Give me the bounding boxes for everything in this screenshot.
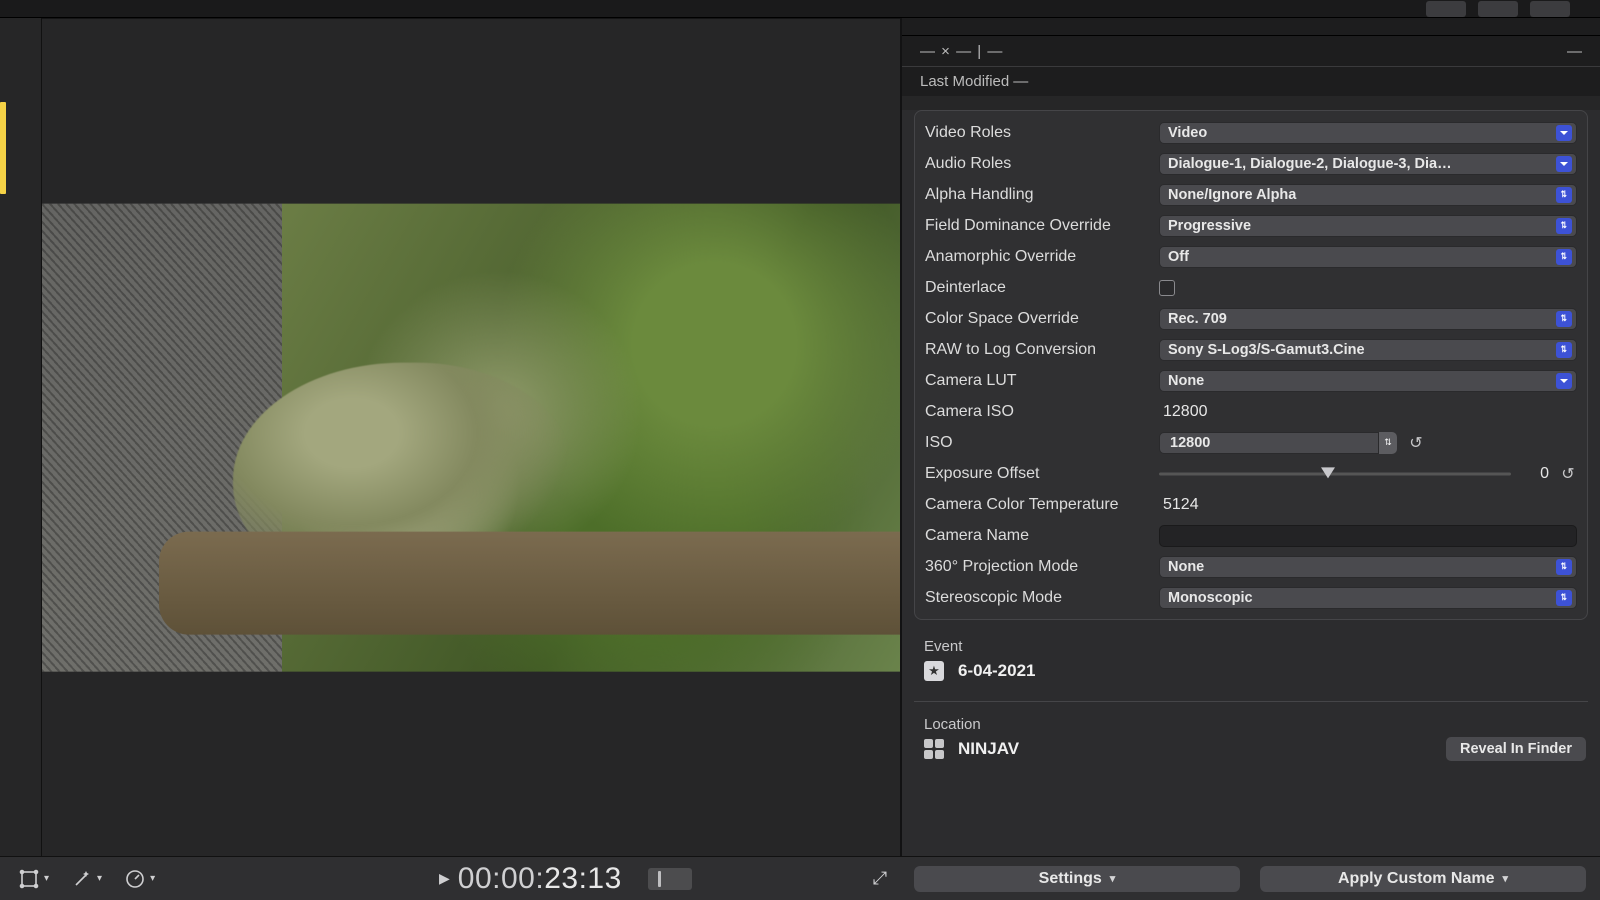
event-name[interactable]: 6-04-2021 — [958, 661, 1036, 681]
bottom-toolbar: ▾ ▾ ▾ ▶ 00:00:23:13 ⤢ Settings▾ — [0, 856, 1600, 900]
top-pill-2[interactable] — [1478, 1, 1518, 17]
location-name: NINJAV — [958, 739, 1019, 759]
top-pill-1[interactable] — [1426, 1, 1466, 17]
play-icon[interactable]: ▶ — [439, 870, 450, 887]
color-space-override-dropdown[interactable]: Rec. 709 — [1159, 308, 1577, 330]
inspector-panel: — × — | — — Last Modified — Video Roles … — [900, 18, 1600, 856]
timeline-gutter — [0, 18, 42, 856]
deinterlace-label: Deinterlace — [925, 279, 1159, 297]
raw-to-log-dropdown[interactable]: Sony S-Log3/S-Gamut3.Cine — [1159, 339, 1577, 361]
color-space-override-label: Color Space Override — [925, 310, 1159, 328]
stereoscopic-mode-label: Stereoscopic Mode — [925, 589, 1159, 607]
audio-roles-label: Audio Roles — [925, 155, 1159, 173]
clip-dimensions-placeholder: — × — | — — [920, 43, 1003, 60]
field-dominance-dropdown[interactable]: Progressive — [1159, 215, 1577, 237]
clip-marker[interactable] — [0, 102, 6, 194]
camera-name-label: Camera Name — [925, 527, 1159, 545]
alpha-handling-label: Alpha Handling — [925, 186, 1159, 204]
raw-to-log-label: RAW to Log Conversion — [925, 341, 1159, 359]
camera-iso-value: 12800 — [1159, 403, 1577, 421]
stereoscopic-mode-dropdown[interactable]: Monoscopic — [1159, 587, 1577, 609]
app-top-strip — [0, 0, 1600, 18]
camera-name-input[interactable] — [1159, 525, 1577, 547]
volume-grid-icon — [924, 739, 944, 759]
location-section-label: Location — [902, 716, 1600, 733]
camera-color-temp-label: Camera Color Temperature — [925, 496, 1159, 514]
chevron-down-icon: ▾ — [97, 873, 102, 884]
chevron-down-icon: ▾ — [1502, 872, 1508, 885]
timecode-display[interactable]: 00:00:23:13 — [458, 861, 622, 896]
apply-custom-name-button[interactable]: Apply Custom Name▾ — [1260, 866, 1586, 892]
video-roles-dropdown[interactable]: Video — [1159, 122, 1577, 144]
crop-icon — [18, 868, 40, 890]
exposure-offset-slider[interactable] — [1159, 464, 1511, 484]
alpha-handling-dropdown[interactable]: None/Ignore Alpha — [1159, 184, 1577, 206]
iso-reset-icon[interactable] — [1407, 434, 1425, 452]
event-star-icon[interactable]: ★ — [924, 661, 944, 681]
fullscreen-icon[interactable]: ⤢ — [860, 868, 900, 889]
gauge-icon — [124, 868, 146, 890]
camera-color-temp-value: 5124 — [1159, 496, 1577, 514]
reveal-in-finder-button[interactable]: Reveal In Finder — [1446, 737, 1586, 761]
exposure-offset-label: Exposure Offset — [925, 465, 1159, 483]
chevron-down-icon: ▾ — [150, 873, 155, 884]
wand-icon — [71, 868, 93, 890]
camera-lut-label: Camera LUT — [925, 372, 1159, 390]
retime-tool-menu[interactable]: ▾ — [124, 868, 155, 890]
projection-mode-dropdown[interactable]: None — [1159, 556, 1577, 578]
last-modified-label: Last Modified — [920, 73, 1009, 90]
event-section-label: Event — [902, 638, 1600, 655]
video-roles-label: Video Roles — [925, 124, 1159, 142]
clip-properties: Video Roles Video Audio Roles Dialogue-1… — [914, 110, 1588, 620]
camera-lut-dropdown[interactable]: None — [1159, 370, 1577, 392]
viewer-frame — [42, 203, 900, 672]
projection-mode-label: 360° Projection Mode — [925, 558, 1159, 576]
enhance-tool-menu[interactable]: ▾ — [71, 868, 102, 890]
iso-label: ISO — [925, 434, 1159, 452]
camera-iso-label: Camera ISO — [925, 403, 1159, 421]
viewer[interactable] — [42, 18, 900, 856]
panel-collapse-icon[interactable]: — — [1567, 43, 1582, 60]
exposure-offset-reset-icon[interactable] — [1559, 465, 1577, 483]
top-pill-3[interactable] — [1530, 1, 1570, 17]
skimmer-indicator[interactable] — [648, 868, 692, 890]
deinterlace-checkbox[interactable] — [1159, 280, 1175, 296]
settings-menu-button[interactable]: Settings▾ — [914, 866, 1240, 892]
chevron-down-icon: ▾ — [44, 873, 49, 884]
last-modified-value: — — [1013, 73, 1028, 90]
transform-tool-menu[interactable]: ▾ — [18, 868, 49, 890]
anamorphic-dropdown[interactable]: Off — [1159, 246, 1577, 268]
exposure-offset-value: 0 — [1521, 465, 1549, 483]
iso-stepper[interactable]: 12800⇅ — [1159, 432, 1397, 454]
audio-roles-dropdown[interactable]: Dialogue-1, Dialogue-2, Dialogue-3, Dia… — [1159, 153, 1577, 175]
divider — [914, 701, 1588, 702]
chevron-down-icon: ▾ — [1110, 872, 1116, 885]
frame-subject-region — [282, 203, 900, 672]
field-dominance-label: Field Dominance Override — [925, 217, 1159, 235]
anamorphic-label: Anamorphic Override — [925, 248, 1159, 266]
